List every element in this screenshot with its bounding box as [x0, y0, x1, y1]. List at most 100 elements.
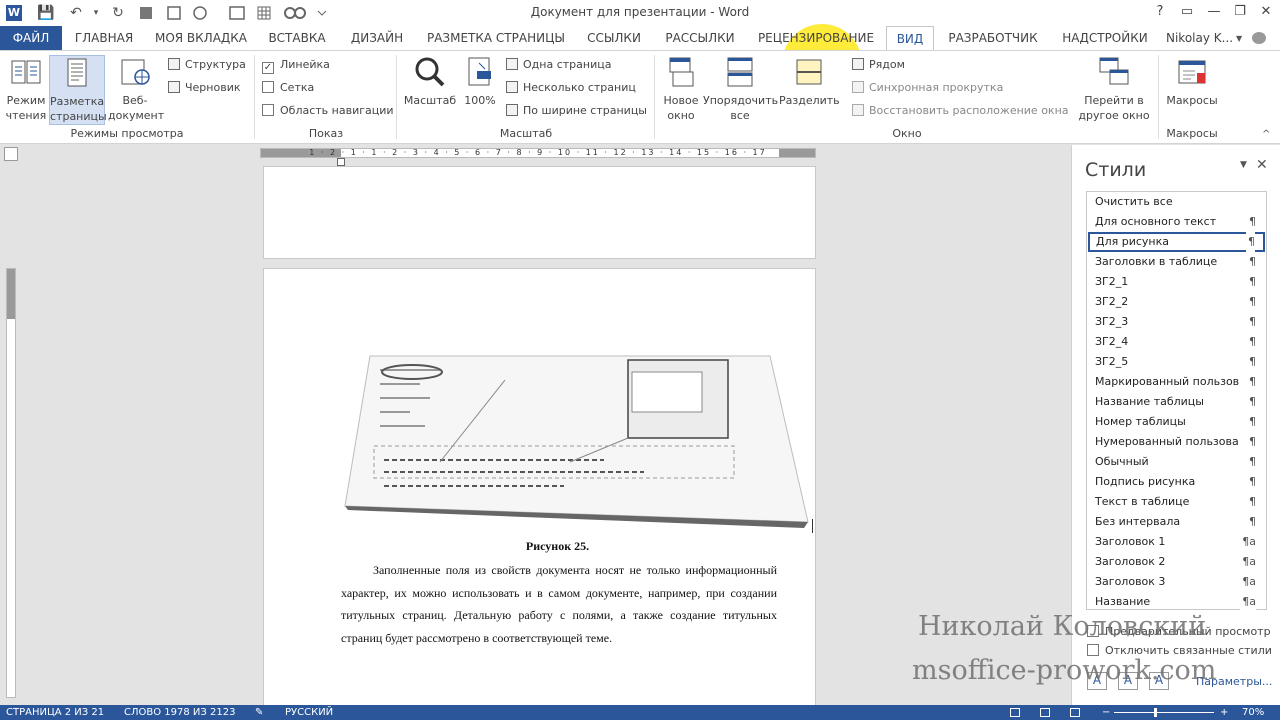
- style-item-label: Номер таблицы: [1095, 415, 1186, 428]
- style-item[interactable]: Нумерованный пользова ¶: [1087, 432, 1266, 452]
- zoom-in-icon[interactable]: +: [1220, 706, 1228, 720]
- style-item[interactable]: Номер таблицы ¶: [1087, 412, 1266, 432]
- tab-view[interactable]: ВИД: [886, 26, 934, 50]
- tab-mailings[interactable]: РАССЫЛКИ: [656, 26, 744, 50]
- style-item[interactable]: Очистить все: [1087, 192, 1266, 212]
- style-item[interactable]: Маркированный пользов ¶: [1087, 372, 1266, 392]
- zoom-slider[interactable]: [1114, 712, 1214, 713]
- web-layout-button[interactable]: Веб-документ: [108, 55, 164, 123]
- paragraph-mark-icon: ¶: [1247, 412, 1256, 432]
- style-item[interactable]: ЗГ2_2 ¶: [1087, 292, 1266, 312]
- tab-developer[interactable]: РАЗРАБОТЧИК: [942, 26, 1044, 50]
- tab-home[interactable]: ГЛАВНАЯ: [66, 26, 142, 50]
- tab-my-tab[interactable]: МОЯ ВКЛАДКА: [148, 26, 254, 50]
- side-by-side-button[interactable]: Рядом: [852, 56, 905, 74]
- macros-button[interactable]: Макросы: [1162, 55, 1222, 108]
- pane-options-icon[interactable]: ▼: [1240, 160, 1247, 170]
- tab-design[interactable]: ДИЗАЙН: [340, 26, 414, 50]
- ribbon-display-options-button[interactable]: ▭: [1175, 2, 1199, 22]
- switch-windows-button[interactable]: Перейти в другое окно: [1074, 55, 1154, 123]
- style-item[interactable]: Заголовки в таблице ¶: [1087, 252, 1266, 272]
- style-item[interactable]: ЗГ2_4 ¶: [1087, 332, 1266, 352]
- tab-references[interactable]: ССЫЛКИ: [580, 26, 648, 50]
- style-item[interactable]: ЗГ2_3 ¶: [1087, 312, 1266, 332]
- style-item-label: Название: [1095, 595, 1151, 608]
- outline-button[interactable]: Структура: [168, 56, 246, 74]
- user-account[interactable]: Nikolay K...: [1166, 26, 1236, 50]
- close-button[interactable]: ✕: [1254, 2, 1278, 22]
- style-item[interactable]: Обычный ¶: [1087, 452, 1266, 472]
- vertical-ruler[interactable]: [6, 268, 16, 698]
- avatar[interactable]: [1252, 32, 1266, 44]
- style-item[interactable]: Текст в таблице ¶: [1087, 492, 1266, 512]
- side-by-side-icon: [852, 58, 864, 70]
- collapse-ribbon-icon[interactable]: ^: [1262, 129, 1270, 140]
- styles-list[interactable]: Очистить все Для основного текст ¶ Для ри…: [1086, 191, 1267, 612]
- page-width-icon: [506, 104, 518, 116]
- web-layout-view-icon[interactable]: [1070, 708, 1080, 717]
- paragraph-mark-icon: ¶: [1247, 472, 1256, 492]
- views-group-label: Режимы просмотра: [70, 127, 184, 140]
- reset-window-button[interactable]: Восстановить расположение окна: [852, 102, 1069, 120]
- indent-marker-icon[interactable]: [337, 158, 345, 166]
- arrange-all-button[interactable]: Упорядочить все: [703, 55, 778, 123]
- tab-file[interactable]: ФАЙЛ: [0, 26, 62, 50]
- style-item[interactable]: Без интервала ¶: [1087, 512, 1266, 532]
- gridlines-checkbox[interactable]: Сетка: [262, 79, 314, 97]
- tab-page-layout[interactable]: РАЗМЕТКА СТРАНИЦЫ: [420, 26, 572, 50]
- document-figure-image[interactable]: [340, 350, 810, 528]
- ruler-checkbox[interactable]: ✓ Линейка: [262, 56, 330, 74]
- help-button[interactable]: ?: [1148, 2, 1172, 22]
- sync-scroll-icon: [852, 81, 864, 93]
- style-item[interactable]: Заголовок 2 ¶a: [1087, 552, 1266, 572]
- new-window-button[interactable]: Новое окно: [660, 55, 702, 123]
- figure-caption[interactable]: Рисунок 25.: [265, 539, 850, 554]
- outline-icon: [168, 58, 180, 70]
- style-item-selected[interactable]: Для рисунка ¶: [1088, 232, 1265, 252]
- style-item[interactable]: Для основного текст ¶: [1087, 212, 1266, 232]
- read-mode-view-icon[interactable]: [1010, 708, 1020, 717]
- tab-add-ins[interactable]: НАДСТРОЙКИ: [1054, 26, 1156, 50]
- page-width-label: По ширине страницы: [523, 104, 647, 117]
- page-width-button[interactable]: По ширине страницы: [506, 102, 647, 120]
- split-button[interactable]: Разделить: [779, 55, 840, 108]
- language-indicator[interactable]: РУССКИЙ: [285, 706, 333, 720]
- tab-selector[interactable]: [4, 147, 18, 161]
- restore-button[interactable]: ❐: [1228, 2, 1252, 22]
- style-item[interactable]: ЗГ2_1 ¶: [1087, 272, 1266, 292]
- document-page-previous[interactable]: [263, 166, 816, 259]
- zoom-level[interactable]: 70%: [1242, 706, 1264, 720]
- zoom-100-button[interactable]: 100%: [462, 55, 498, 108]
- one-page-button[interactable]: Одна страница: [506, 56, 611, 74]
- style-item[interactable]: ЗГ2_5 ¶: [1087, 352, 1266, 372]
- document-paragraph[interactable]: Заполненные поля из свойств документа но…: [341, 559, 777, 649]
- print-layout-view-icon[interactable]: [1040, 708, 1050, 717]
- zoom-slider-thumb[interactable]: [1154, 708, 1157, 717]
- style-item[interactable]: Заголовок 3 ¶a: [1087, 572, 1266, 592]
- paragraph-mark-icon: ¶: [1247, 452, 1256, 472]
- paragraph-mark-icon: ¶: [1247, 432, 1256, 452]
- nav-pane-checkbox[interactable]: Область навигации: [262, 102, 394, 120]
- style-item[interactable]: Название таблицы ¶: [1087, 392, 1266, 412]
- minimize-button[interactable]: —: [1202, 2, 1226, 22]
- account-dropdown-icon[interactable]: ▼: [1236, 34, 1242, 43]
- print-layout-button[interactable]: Разметка страницы: [49, 55, 107, 125]
- word-count[interactable]: СЛОВО 1978 ИЗ 2123: [124, 706, 235, 720]
- draft-button[interactable]: Черновик: [168, 79, 241, 97]
- switch-windows-label: Перейти в другое окно: [1078, 94, 1150, 122]
- read-mode-button[interactable]: Режим чтения: [4, 55, 48, 123]
- style-item[interactable]: Заголовок 1 ¶a: [1087, 532, 1266, 552]
- proofing-icon[interactable]: ✎: [255, 706, 263, 720]
- linked-style-icon: ¶a: [1240, 572, 1256, 592]
- style-item[interactable]: Подпись рисунка ¶: [1087, 472, 1266, 492]
- zoom-out-icon[interactable]: −: [1102, 706, 1110, 720]
- tab-insert[interactable]: ВСТАВКА: [262, 26, 332, 50]
- pane-close-icon[interactable]: ✕: [1256, 157, 1268, 173]
- page-indicator[interactable]: СТРАНИЦА 2 ИЗ 21: [6, 706, 104, 720]
- multiple-pages-button[interactable]: Несколько страниц: [506, 79, 636, 97]
- tab-review[interactable]: РЕЦЕНЗИРОВАНИЕ: [752, 26, 880, 50]
- sync-scroll-button[interactable]: Синхронная прокрутка: [852, 79, 1003, 97]
- zoom-button[interactable]: Масштаб: [402, 55, 458, 108]
- window-title: Документ для презентации - Word: [530, 5, 750, 19]
- style-item[interactable]: Название ¶a: [1087, 592, 1266, 612]
